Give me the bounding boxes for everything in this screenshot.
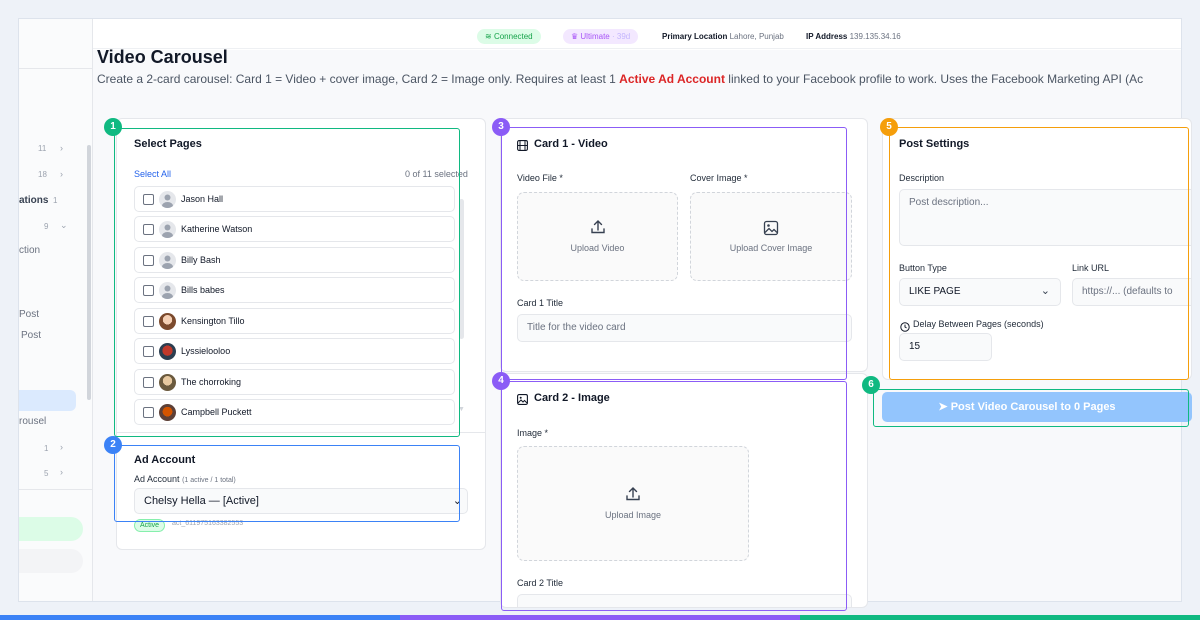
sidebar-header: [19, 19, 92, 69]
wifi-icon: ≋: [485, 32, 492, 41]
sidebar-item-label[interactable]: ations: [19, 195, 48, 206]
location-label: Primary Location: [662, 32, 728, 41]
sidebar-item-label[interactable]: rousel: [19, 416, 46, 427]
sidebar-item-label[interactable]: Post: [19, 309, 39, 320]
chevron-right-icon[interactable]: ›: [60, 467, 63, 477]
sidebar: 11 › 18 › ations 1 9 ⌄ ction Post Post r…: [19, 19, 93, 601]
callout-frame-6: [873, 389, 1189, 427]
callout-badge-2: 2: [104, 436, 122, 454]
ip-value: 139.135.34.16: [849, 32, 901, 41]
sidebar-count: 1: [53, 196, 58, 205]
callout-frame-5: [889, 127, 1189, 380]
status-bar: ≋ Connected ♛ Ultimate · 39d Primary Loc…: [93, 25, 1181, 49]
strip-segment: [400, 615, 800, 620]
description-text: Create a 2-card carousel: Card 1 = Video…: [97, 72, 620, 86]
chevron-down-icon[interactable]: ⌄: [60, 220, 68, 231]
connection-status: Connected: [493, 32, 533, 41]
sidebar-count: 1: [44, 444, 49, 453]
callout-badge-4: 4: [492, 372, 510, 390]
description-text: linked to your Facebook profile to work.…: [724, 72, 1144, 86]
location-value: Lahore, Punjab: [729, 32, 784, 41]
chevron-right-icon[interactable]: ›: [60, 169, 63, 179]
ip-address: IP Address 139.135.34.16: [806, 29, 901, 44]
sidebar-item-active[interactable]: [19, 390, 76, 411]
callout-frame-3: [501, 127, 847, 380]
sidebar-item-label[interactable]: Post: [21, 330, 41, 341]
sidebar-count: 11: [38, 144, 47, 153]
callout-frame-2: [114, 445, 460, 522]
callout-badge-5: 5: [880, 118, 898, 136]
callout-badge-6: 6: [862, 376, 880, 394]
description-highlight: Active Ad Account: [619, 72, 725, 86]
crown-icon: ♛: [571, 32, 579, 41]
sidebar-count: 9: [44, 222, 49, 231]
sidebar-divider: [19, 489, 92, 490]
page-title: Video Carousel: [97, 47, 228, 67]
plan-name: Ultimate: [580, 32, 610, 41]
bottom-gradient-strip: [0, 615, 1200, 620]
plan-badge: ♛ Ultimate · 39d: [563, 29, 639, 44]
callout-badge-1: 1: [104, 118, 122, 136]
callout-frame-1: [114, 128, 460, 437]
page-description: Create a 2-card carousel: Card 1 = Video…: [97, 72, 1164, 86]
sidebar-scrollbar[interactable]: [87, 145, 91, 400]
callout-frame-4: [501, 381, 847, 611]
connection-badge: ≋ Connected: [477, 29, 541, 44]
plan-days: · 39d: [611, 32, 631, 41]
ip-label: IP Address: [806, 32, 848, 41]
strip-segment: [800, 615, 1200, 620]
primary-location: Primary Location Lahore, Punjab: [662, 29, 784, 44]
sidebar-pill-gray[interactable]: [19, 549, 83, 573]
sidebar-pill-green[interactable]: [19, 517, 83, 541]
strip-segment: [0, 615, 400, 620]
chevron-right-icon[interactable]: ›: [60, 442, 63, 452]
sidebar-count: 5: [44, 469, 49, 478]
sidebar-count: 18: [38, 170, 47, 179]
chevron-right-icon[interactable]: ›: [60, 143, 63, 153]
callout-badge-3: 3: [492, 118, 510, 136]
sidebar-item-label[interactable]: ction: [19, 245, 40, 256]
